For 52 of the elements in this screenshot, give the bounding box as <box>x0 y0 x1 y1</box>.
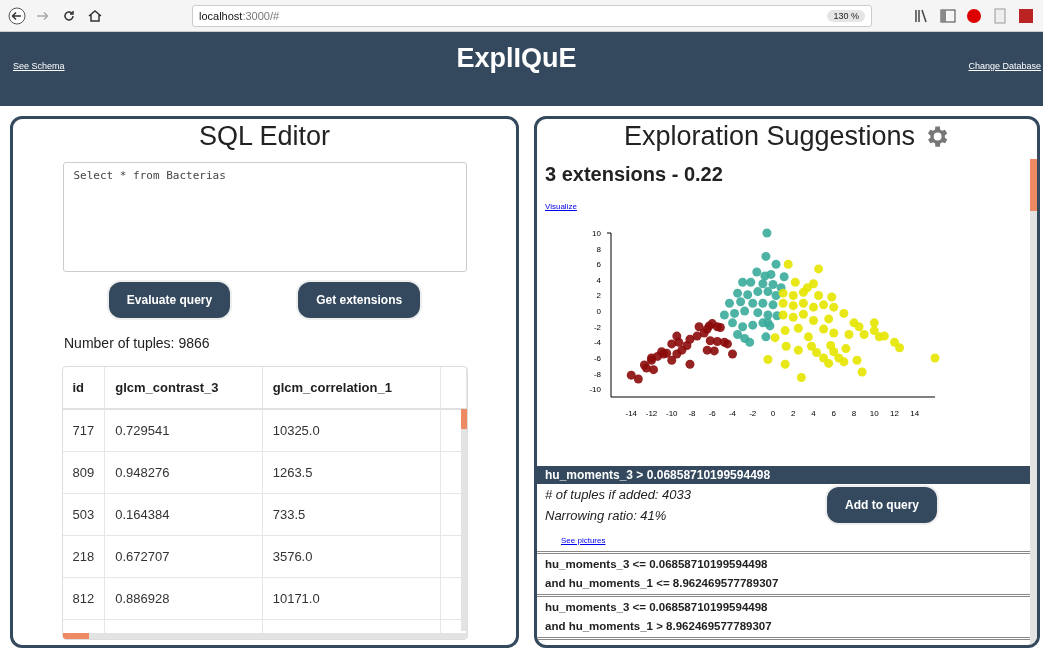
x-tick-label: 12 <box>890 409 899 418</box>
y-tick-label: 8 <box>596 244 601 254</box>
y-tick-label: -2 <box>593 322 601 332</box>
table-cell: 0.672707 <box>104 535 263 578</box>
x-tick-label: 6 <box>831 409 836 418</box>
y-tick-label: -10 <box>589 385 601 395</box>
table-cell: 503 <box>62 493 105 536</box>
y-tick-label: -6 <box>593 353 601 363</box>
table-cell: 0.729541 <box>104 409 263 452</box>
suggestion-condition: and hu_moments_1 > 8.962469577789307 <box>545 619 773 634</box>
y-tick-label: 0 <box>596 307 601 317</box>
y-tick-label: 10 <box>592 229 601 238</box>
x-tick-label: -2 <box>749 409 757 418</box>
y-tick-label: 2 <box>596 291 601 301</box>
suggestion-condition: hu_moments_3 <= 0.06858710199594498 <box>545 600 769 615</box>
x-tick-label: 14 <box>910 409 920 418</box>
y-tick-label: 6 <box>596 260 601 270</box>
x-tick-label: 8 <box>851 409 857 418</box>
table-cell: 1263.5 <box>262 451 441 494</box>
y-tick-label: -4 <box>593 338 601 348</box>
y-tick-label: -8 <box>593 369 601 379</box>
table-cell: 3576.0 <box>262 535 441 578</box>
table-cell: 0.164384 <box>104 493 263 536</box>
table-cell: 0.886928 <box>104 577 263 620</box>
table-cell: 809 <box>62 451 105 494</box>
table-cell: 10325.0 <box>262 409 441 452</box>
x-tick-label: 4 <box>811 409 816 418</box>
suggestion-detail: Narrowing ratio: 41% <box>545 508 668 523</box>
table-cell: 733.5 <box>262 493 441 536</box>
x-tick-label: 2 <box>791 409 796 418</box>
table-cell: 10171.0 <box>262 577 441 620</box>
x-tick-label: -12 <box>645 409 658 418</box>
table-cell: 0.948276 <box>104 451 263 494</box>
x-tick-label: -4 <box>728 409 737 418</box>
table-cell: 717 <box>62 409 105 452</box>
table-cell: 218 <box>62 535 105 578</box>
x-tick-label: 10 <box>869 409 879 418</box>
x-tick-label: -10 <box>665 409 678 418</box>
suggestion-detail: # of tuples if added: 4033 <box>545 487 692 502</box>
suggestion-condition: and hu_moments_1 <= 8.962469577789307 <box>545 576 780 591</box>
x-tick-label: 0 <box>770 409 776 418</box>
panel-title: Exploration Suggestions <box>623 121 916 152</box>
x-tick-label: -14 <box>625 409 638 418</box>
suggestion-condition: hu_moments_3 <= 0.06858710199594498 <box>545 557 769 572</box>
tuple-count: Number of tuples: 9866 <box>64 335 210 351</box>
panel-title: SQL Editor <box>198 121 331 152</box>
y-tick-label: 4 <box>596 275 601 285</box>
x-tick-label: -6 <box>708 409 716 418</box>
app-title: ExplIQuE <box>456 43 577 74</box>
table-cell: 812 <box>62 577 105 620</box>
x-tick-label: -8 <box>688 409 696 418</box>
extensions-heading: 3 extensions - 0.22 <box>545 163 724 186</box>
